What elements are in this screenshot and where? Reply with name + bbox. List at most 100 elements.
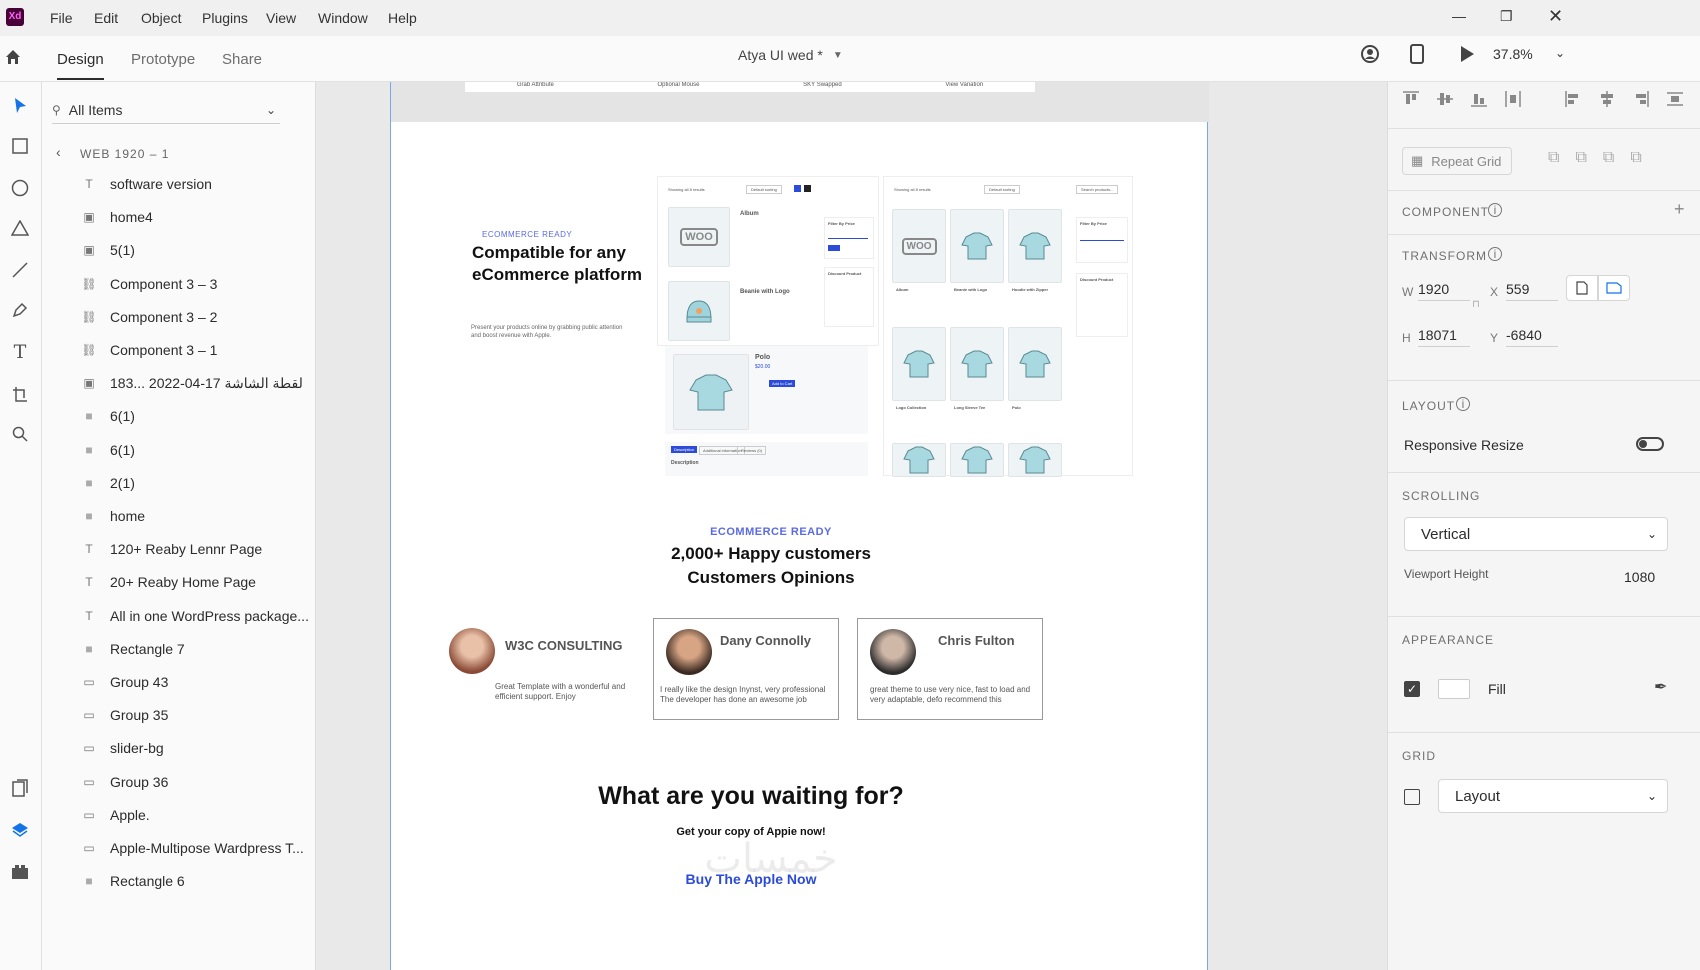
layer-item[interactable]: ▭ Apple. bbox=[80, 804, 149, 826]
align-middle-icon[interactable] bbox=[1436, 90, 1454, 113]
fill-color-swatch[interactable] bbox=[1438, 679, 1470, 699]
tab-share[interactable]: Share bbox=[222, 51, 262, 68]
distribute-vertical-icon[interactable] bbox=[1504, 90, 1522, 113]
lock-aspect-icon[interactable]: ⊓ bbox=[1472, 299, 1480, 310]
rectangle-tool-icon[interactable] bbox=[4, 130, 36, 162]
layer-item[interactable]: ■ 6(1) bbox=[80, 405, 135, 427]
layer-item[interactable]: ⛓ Component 3 – 1 bbox=[80, 339, 217, 361]
canvas[interactable]: Grab Attribute Optional Mouse SKY Swappe… bbox=[316, 82, 1387, 970]
height-field[interactable]: 18071 bbox=[1418, 327, 1470, 347]
layer-item[interactable]: ▭ Group 43 bbox=[80, 671, 168, 693]
zoom-chevron-icon[interactable]: ⌄ bbox=[1555, 46, 1565, 60]
cta-link[interactable]: Buy The Apple Now bbox=[391, 871, 1111, 887]
restore-icon[interactable]: ❐ bbox=[1500, 8, 1513, 25]
artboard-web-1920[interactable]: Grab Attribute Optional Mouse SKY Swappe… bbox=[390, 82, 1209, 970]
menu-object[interactable]: Object bbox=[141, 10, 181, 26]
cta-title: What are you waiting for? bbox=[598, 782, 904, 810]
zoom-level[interactable]: 37.8% bbox=[1493, 46, 1533, 62]
distribute-horizontal-icon[interactable] bbox=[1666, 90, 1684, 113]
layer-item[interactable]: ■ Rectangle 6 bbox=[80, 870, 184, 892]
line-tool-icon[interactable] bbox=[4, 254, 36, 286]
device-preview-icon[interactable] bbox=[1410, 44, 1424, 69]
add-shape-icon[interactable]: ⧉ bbox=[1548, 149, 1559, 167]
artboard-tool-icon[interactable] bbox=[4, 378, 36, 410]
layer-item[interactable]: ▣ home4 bbox=[80, 206, 152, 228]
align-left-icon[interactable] bbox=[1564, 90, 1582, 113]
subtract-shape-icon[interactable]: ⧉ bbox=[1575, 149, 1586, 167]
align-top-icon[interactable] bbox=[1402, 90, 1420, 113]
minimize-icon[interactable]: — bbox=[1452, 8, 1466, 24]
layer-item[interactable]: ⛓ Component 3 – 2 bbox=[80, 306, 217, 328]
fill-checkbox[interactable]: ✓ bbox=[1404, 681, 1420, 697]
layer-item[interactable]: ▭ slider-bg bbox=[80, 737, 163, 759]
polygon-tool-icon[interactable] bbox=[4, 212, 36, 244]
responsive-resize-toggle[interactable] bbox=[1636, 437, 1664, 451]
landscape-icon[interactable] bbox=[1598, 275, 1630, 301]
align-bottom-icon[interactable] bbox=[1470, 90, 1488, 113]
menu-edit[interactable]: Edit bbox=[94, 10, 118, 26]
repeat-grid-button[interactable]: ▦ Repeat Grid bbox=[1402, 147, 1512, 175]
rectangle-layer-icon: ■ bbox=[85, 874, 93, 889]
menu-window[interactable]: Window bbox=[318, 10, 368, 26]
home-icon[interactable] bbox=[4, 48, 24, 68]
portrait-icon[interactable] bbox=[1566, 275, 1598, 301]
grid-checkbox[interactable] bbox=[1404, 789, 1420, 805]
add-component-icon[interactable]: + bbox=[1674, 199, 1685, 220]
menu-view[interactable]: View bbox=[266, 10, 296, 26]
layers-search[interactable]: ⚲ All Items ⌄ bbox=[52, 96, 280, 124]
y-field[interactable]: -6840 bbox=[1506, 327, 1558, 347]
avatar bbox=[666, 629, 712, 675]
ellipse-tool-icon[interactable] bbox=[4, 172, 36, 204]
document-title[interactable]: Atya UI wed * ▼ bbox=[738, 47, 843, 63]
back-chevron-icon[interactable]: ‹ bbox=[56, 144, 61, 160]
select-tool-icon[interactable] bbox=[4, 90, 36, 122]
zoom-tool-icon[interactable] bbox=[4, 418, 36, 450]
tab-design[interactable]: Design bbox=[57, 51, 104, 80]
layer-item[interactable]: T All in one WordPress package... bbox=[80, 605, 309, 627]
layer-item[interactable]: ■ 2(1) bbox=[80, 472, 135, 494]
chevron-down-icon[interactable]: ⌄ bbox=[266, 103, 276, 117]
layer-item[interactable]: ■ Rectangle 7 bbox=[80, 638, 184, 660]
layer-item[interactable]: ▣ 5(1) bbox=[80, 239, 135, 261]
x-field[interactable]: 559 bbox=[1506, 281, 1558, 301]
layer-item[interactable]: ■ home bbox=[80, 505, 145, 527]
info-icon[interactable]: i bbox=[1488, 203, 1502, 217]
viewport-height-field[interactable]: 1080 bbox=[1624, 569, 1668, 588]
document-assets-icon[interactable] bbox=[4, 772, 36, 804]
width-field[interactable]: 1920 bbox=[1418, 281, 1470, 301]
menu-plugins[interactable]: Plugins bbox=[202, 10, 248, 26]
intersect-shape-icon[interactable]: ⧉ bbox=[1603, 149, 1614, 167]
scrolling-dropdown[interactable]: Vertical ⌄ bbox=[1404, 517, 1668, 551]
share-user-icon[interactable] bbox=[1360, 44, 1380, 69]
pen-tool-icon[interactable] bbox=[4, 294, 36, 326]
customers-title-line1: 2,000+ Happy customers bbox=[671, 544, 871, 563]
layers-search-input[interactable]: All Items bbox=[69, 102, 123, 118]
layer-item[interactable]: ■ 6(1) bbox=[80, 439, 135, 461]
menu-file[interactable]: File bbox=[50, 10, 73, 26]
info-icon[interactable]: i bbox=[1456, 397, 1470, 411]
layer-item[interactable]: T 20+ Reaby Home Page bbox=[80, 571, 256, 593]
layers-icon[interactable] bbox=[4, 814, 36, 846]
layer-item[interactable]: ▭ Apple-Multipose Wardpress T... bbox=[80, 837, 303, 859]
layer-item[interactable]: ▭ Group 35 bbox=[80, 704, 168, 726]
menu-bar: Xd File Edit Object Plugins View Window … bbox=[0, 0, 1700, 36]
play-icon[interactable] bbox=[1459, 45, 1475, 68]
layer-item[interactable]: ▭ Group 36 bbox=[80, 771, 168, 793]
text-layer-icon: T bbox=[85, 608, 93, 623]
align-right-icon[interactable] bbox=[1632, 90, 1650, 113]
woo-label: WOO bbox=[901, 237, 937, 255]
menu-help[interactable]: Help bbox=[388, 10, 417, 26]
exclude-shape-icon[interactable]: ⧉ bbox=[1630, 149, 1641, 167]
layer-item[interactable]: Tsoftware version bbox=[80, 173, 212, 195]
tab-prototype[interactable]: Prototype bbox=[131, 51, 195, 68]
align-center-icon[interactable] bbox=[1598, 90, 1616, 113]
close-icon[interactable]: ✕ bbox=[1548, 6, 1563, 27]
info-icon[interactable]: i bbox=[1488, 247, 1502, 261]
layer-item[interactable]: ⛓ Component 3 – 3 bbox=[80, 273, 217, 295]
plugins-icon[interactable] bbox=[4, 856, 36, 888]
text-tool-icon[interactable]: T bbox=[4, 336, 36, 368]
grid-type-dropdown[interactable]: Layout ⌄ bbox=[1438, 779, 1668, 813]
eyedropper-icon[interactable]: ✒ bbox=[1654, 677, 1667, 697]
layer-item[interactable]: T 120+ Reaby Lennr Page bbox=[80, 538, 262, 560]
layer-item[interactable]: ▣ 183... لقطة الشاشة 17-04-2022 bbox=[80, 372, 303, 394]
